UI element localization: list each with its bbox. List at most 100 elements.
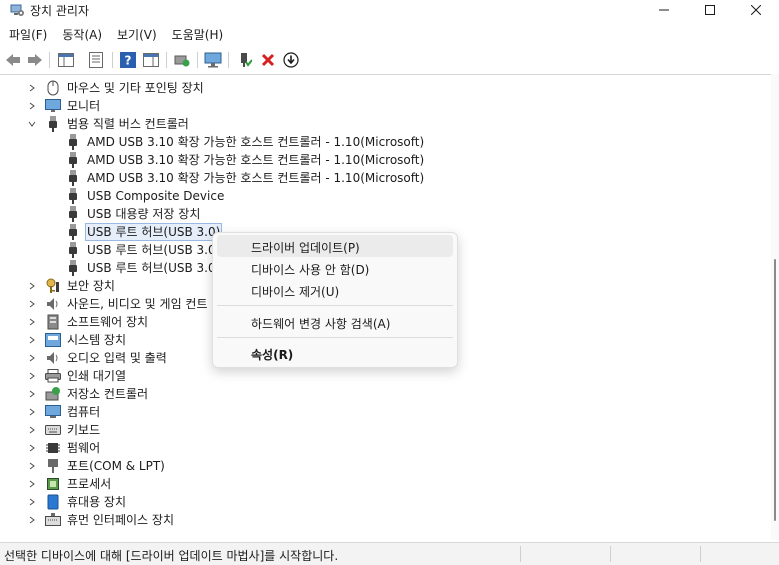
tree-category-item[interactable]: 휴대용 장치	[27, 493, 128, 511]
enable-device-icon[interactable]	[236, 51, 254, 69]
chevron-right-icon[interactable]	[27, 385, 37, 403]
tree-category-item[interactable]: 소프트웨어 장치	[27, 313, 150, 331]
scan-hardware-changes-icon[interactable]	[173, 51, 191, 69]
chevron-right-icon[interactable]	[27, 403, 37, 421]
context-menu-label: 디바이스 제거(U)	[251, 285, 340, 299]
show-action-pane-icon[interactable]	[142, 51, 160, 69]
tree-category-item[interactable]: 보안 장치	[27, 277, 117, 295]
context-scan-hardware[interactable]: 하드웨어 변경 사항 검색(A)	[217, 311, 453, 333]
tree-category-item[interactable]: 시스템 장치	[27, 331, 128, 349]
status-segment-divider	[700, 546, 701, 562]
tree-device-item[interactable]: USB 루트 허브(USB 3.0)	[65, 223, 223, 241]
chevron-right-icon[interactable]	[27, 367, 37, 385]
context-menu-separator	[217, 337, 453, 338]
show-hide-console-tree-icon[interactable]	[57, 51, 75, 69]
chevron-right-icon[interactable]	[27, 79, 37, 97]
context-properties[interactable]: 속성(R)	[217, 342, 453, 364]
tree-category-item[interactable]: 인쇄 대기열	[27, 367, 128, 385]
firmware-icon	[45, 440, 61, 456]
tree-device-item[interactable]: USB 대용량 저장 장치	[65, 205, 202, 223]
uninstall-device-icon[interactable]	[259, 51, 277, 69]
usb-icon	[65, 152, 81, 168]
chevron-right-icon[interactable]	[27, 97, 37, 115]
toolbar-separator	[166, 52, 167, 68]
chevron-right-icon[interactable]	[27, 457, 37, 475]
usb-icon	[65, 260, 81, 276]
chevron-down-icon[interactable]	[27, 115, 37, 133]
tree-device-item[interactable]: USB 루트 허브(USB 3.0)	[65, 241, 222, 259]
context-menu-separator	[217, 305, 453, 306]
status-text: 선택한 디바이스에 대해 [드라이버 업데이트 마법사]를 시작합니다.	[4, 549, 339, 563]
context-update-driver[interactable]: 드라이버 업데이트(P)	[217, 235, 453, 257]
chevron-right-icon[interactable]	[27, 349, 37, 367]
help-icon[interactable]: ?	[119, 51, 137, 69]
chevron-right-icon[interactable]	[27, 439, 37, 457]
tree-category-item[interactable]: 컴퓨터	[27, 403, 102, 421]
tree-item-label: AMD USB 3.10 확장 가능한 호스트 컨트롤러 - 1.10(Micr…	[87, 135, 425, 149]
context-menu-label: 디바이스 사용 안 함(D)	[251, 263, 370, 277]
printer-icon	[45, 368, 61, 384]
tree-category-item[interactable]: 프로세서	[27, 475, 113, 493]
tree-item-label: 모니터	[67, 99, 101, 113]
tree-item-label: USB 루트 허브(USB 3.0)	[85, 223, 223, 241]
minimize-button[interactable]	[641, 0, 687, 20]
menu-action[interactable]: 동작(A)	[53, 24, 108, 44]
menu-bar: 파일(F) 동작(A) 보기(V) 도움말(H)	[0, 24, 229, 44]
tree-category-item[interactable]: 마우스 및 기타 포인팅 장치	[27, 79, 206, 97]
chevron-right-icon[interactable]	[27, 313, 37, 331]
tree-item-label: USB 루트 허브(USB 3.0)	[87, 243, 221, 257]
vertical-scrollbar[interactable]	[771, 74, 779, 540]
device-manager-app-icon	[10, 3, 24, 17]
back-arrow-icon[interactable]	[4, 51, 22, 69]
chevron-right-icon[interactable]	[27, 295, 37, 313]
menu-view[interactable]: 보기(V)	[108, 24, 163, 44]
tree-category-item[interactable]: 오디오 입력 및 출력	[27, 349, 169, 367]
tree-category-item[interactable]: 휴먼 인터페이스 장치	[27, 511, 176, 529]
maximize-button[interactable]	[687, 0, 733, 20]
hid-icon	[45, 512, 61, 528]
chevron-right-icon[interactable]	[27, 421, 37, 439]
properties-icon[interactable]	[87, 51, 105, 69]
tree-category-item[interactable]: 펌웨어	[27, 439, 102, 457]
tree-device-item[interactable]: AMD USB 3.10 확장 가능한 호스트 컨트롤러 - 1.10(Micr…	[65, 151, 426, 169]
mouse-icon	[45, 80, 61, 96]
scrollbar-thumb[interactable]	[774, 259, 776, 521]
menu-file[interactable]: 파일(F)	[0, 24, 53, 44]
tree-device-item[interactable]: USB 루트 허브(USB 3.0)	[65, 259, 222, 277]
tree-item-label: USB 루트 허브(USB 3.0)	[87, 261, 221, 275]
maximize-icon	[705, 5, 715, 15]
monitor-icon[interactable]	[204, 51, 222, 69]
menu-help[interactable]: 도움말(H)	[163, 24, 230, 44]
tree-device-item[interactable]: AMD USB 3.10 확장 가능한 호스트 컨트롤러 - 1.10(Micr…	[65, 133, 426, 151]
chevron-right-icon[interactable]	[27, 493, 37, 511]
tree-category-item[interactable]: 범용 직렬 버스 컨트롤러	[27, 115, 191, 133]
tree-item-label: 소프트웨어 장치	[67, 315, 149, 329]
context-disable-device[interactable]: 디바이스 사용 안 함(D)	[217, 257, 453, 279]
chevron-right-icon[interactable]	[27, 331, 37, 349]
tree-item-label: 휴먼 인터페이스 장치	[67, 513, 174, 527]
security-key-icon	[45, 278, 61, 294]
status-segment-divider	[610, 546, 611, 562]
close-button[interactable]	[733, 0, 779, 20]
system-device-icon	[45, 332, 61, 348]
tree-category-item[interactable]: 사운드, 비디오 및 게임 컨트	[27, 295, 210, 313]
tree-category-item[interactable]: 키보드	[27, 421, 102, 439]
status-bar: 선택한 디바이스에 대해 [드라이버 업데이트 마법사]를 시작합니다.	[0, 542, 779, 565]
update-driver-icon[interactable]	[282, 51, 300, 69]
tree-category-item[interactable]: 저장소 컨트롤러	[27, 385, 150, 403]
tree-device-item[interactable]: AMD USB 3.10 확장 가능한 호스트 컨트롤러 - 1.10(Micr…	[65, 169, 426, 187]
chevron-right-icon[interactable]	[27, 277, 37, 295]
context-uninstall-device[interactable]: 디바이스 제거(U)	[217, 279, 453, 301]
portable-device-icon	[45, 494, 61, 510]
tree-item-label: 펌웨어	[67, 441, 101, 455]
chevron-right-icon[interactable]	[27, 475, 37, 493]
tree-category-item[interactable]: 포트(COM & LPT)	[27, 457, 167, 475]
usb-icon	[65, 224, 81, 240]
chevron-right-icon[interactable]	[27, 511, 37, 529]
forward-arrow-icon[interactable]	[26, 51, 44, 69]
tree-item-label: USB Composite Device	[87, 189, 225, 203]
tree-category-item[interactable]: 모니터	[27, 97, 102, 115]
speaker-icon	[45, 296, 61, 312]
tree-device-item[interactable]: USB Composite Device	[65, 187, 226, 205]
monitor-icon	[45, 98, 61, 114]
